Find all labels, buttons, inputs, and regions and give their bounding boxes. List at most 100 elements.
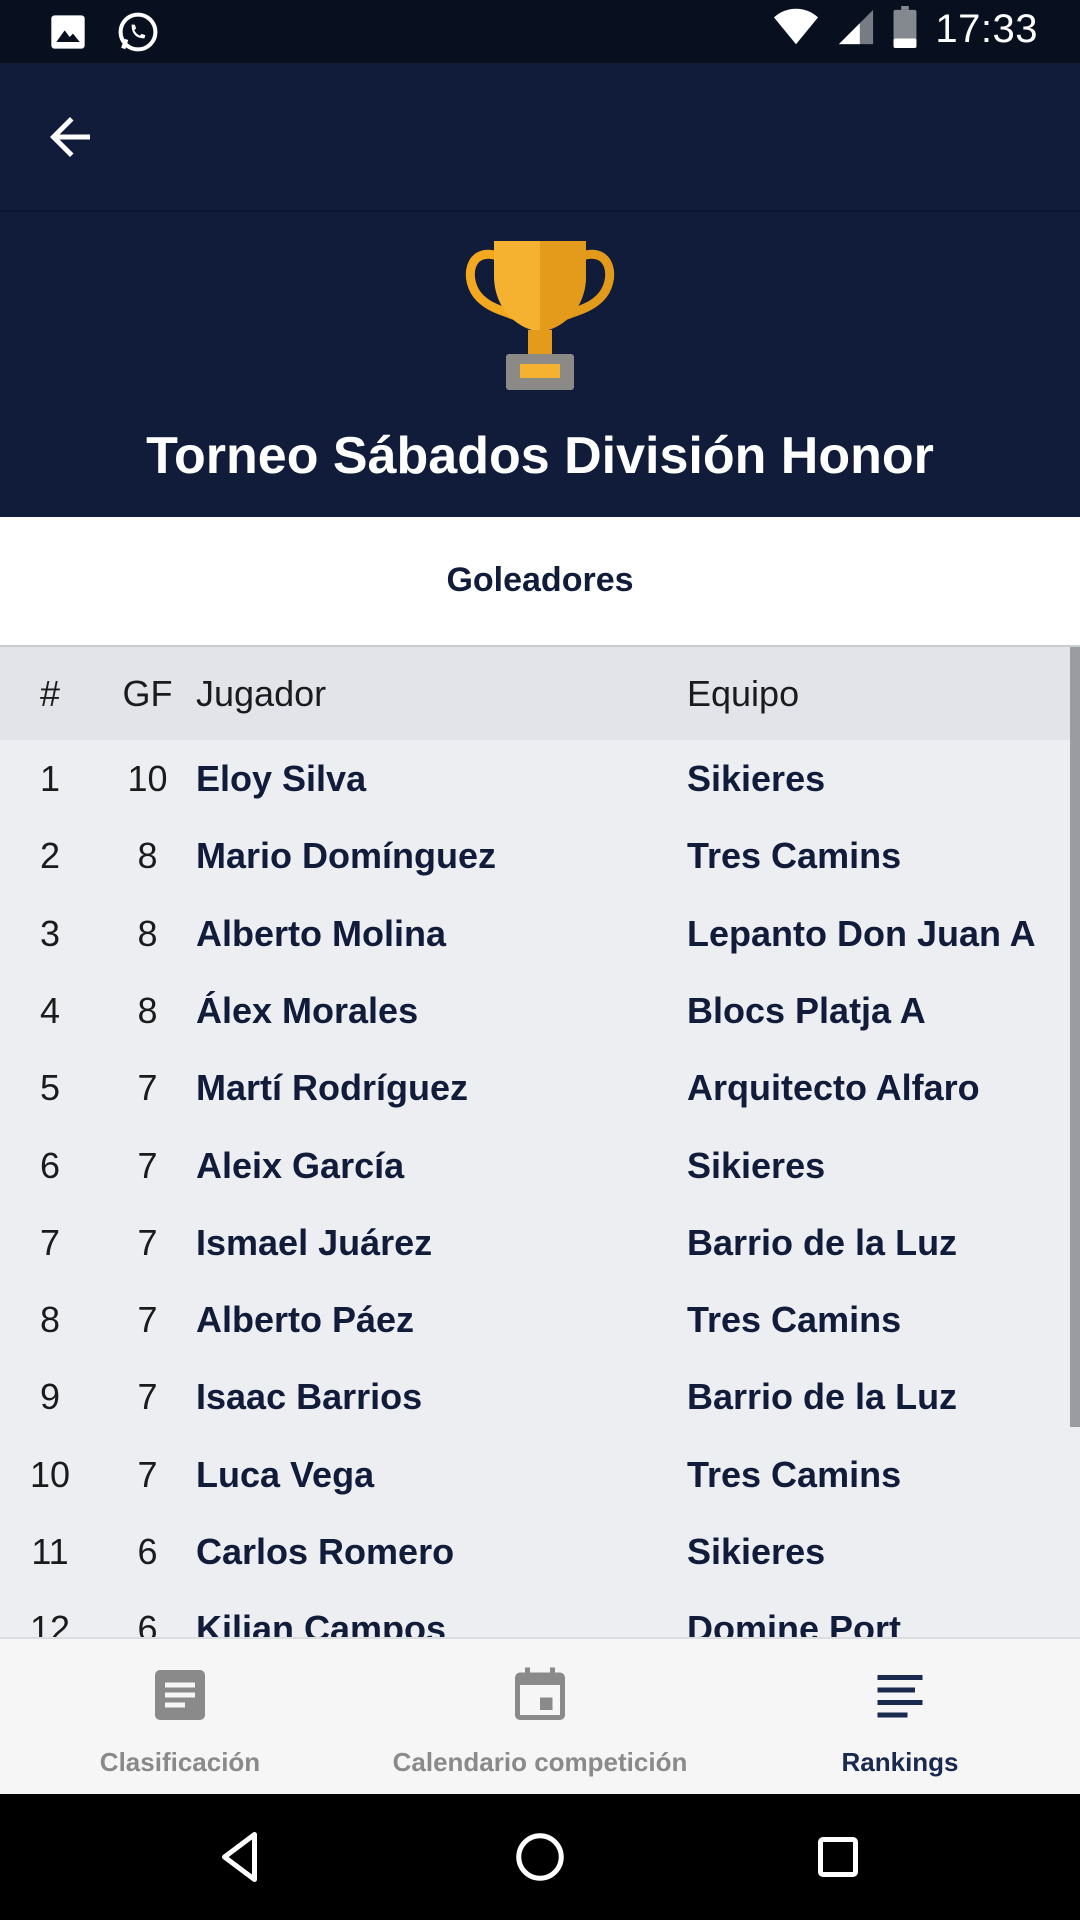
rank-cell: 10 [29, 1453, 71, 1495]
table-row[interactable]: 5 7 Martí Rodríguez Arquitecto Alfaro [0, 1049, 1070, 1126]
system-navigation-bar [0, 1794, 1080, 1920]
player-name: Martí Rodríguez [196, 1067, 469, 1109]
table-row[interactable]: 8 7 Alberto Páez Tres Camins [0, 1281, 1070, 1358]
list-document-icon [155, 1670, 205, 1720]
player-name: Álex Morales [196, 989, 419, 1031]
goals-cell: 7 [137, 1221, 158, 1263]
rankings-lines-icon [877, 1675, 923, 1718]
goals-cell: 7 [137, 1299, 158, 1341]
status-time: 17:33 [935, 7, 1038, 51]
header-team: Equipo [687, 673, 800, 714]
table-row[interactable]: 10 7 Luca Vega Tres Camins [0, 1436, 1070, 1513]
rank-cell: 9 [39, 1376, 61, 1418]
rank-cell: 12 [29, 1608, 71, 1637]
team-name: Domine Port [687, 1608, 902, 1637]
header-goals: GF [122, 673, 173, 714]
app-bar [0, 63, 1080, 210]
team-name: Tres Camins [687, 835, 902, 877]
player-name: Aleix García [196, 1144, 405, 1186]
player-name: Alberto Páez [196, 1299, 415, 1341]
signal-icon [837, 7, 875, 52]
recents-square-icon [818, 1837, 858, 1877]
team-name: Arquitecto Alfaro [687, 1067, 980, 1109]
system-recents-button[interactable] [808, 1827, 868, 1887]
header-player: Jugador [196, 673, 327, 714]
table-header: # GF Jugador Equipo [0, 647, 1070, 740]
bottom-navigation: Clasificación Calendario competición Ran… [0, 1637, 1080, 1796]
rank-cell: 1 [39, 758, 61, 799]
player-name: Eloy Silva [196, 758, 367, 799]
team-name: Tres Camins [687, 1453, 902, 1495]
table-row[interactable]: 6 7 Aleix García Sikieres [0, 1127, 1070, 1204]
player-name: Mario Domínguez [196, 835, 497, 877]
goals-cell: 8 [137, 989, 158, 1031]
rank-cell: 11 [31, 1531, 69, 1572]
home-circle-icon [516, 1833, 564, 1881]
team-name: Sikieres [687, 758, 826, 799]
rank-cell: 5 [39, 1067, 61, 1109]
player-name: Carlos Romero [196, 1531, 455, 1572]
rank-cell: 3 [39, 912, 61, 954]
player-name: Isaac Barrios [196, 1376, 423, 1418]
table-row[interactable]: 2 8 Mario Domínguez Tres Camins [0, 817, 1070, 894]
rank-cell: 7 [39, 1221, 61, 1263]
whatsapp-icon [116, 10, 160, 59]
goals-cell: 8 [137, 912, 158, 954]
nav-clasificacion[interactable]: Clasificación [0, 1639, 360, 1796]
goals-cell: 8 [137, 835, 158, 877]
table-row[interactable]: 11 6 Carlos Romero Sikieres [0, 1513, 1070, 1590]
header-rank: # [39, 673, 61, 714]
team-name: Barrio de la Luz [687, 1221, 958, 1263]
system-home-button[interactable] [510, 1827, 570, 1887]
scrollbar[interactable] [1070, 647, 1080, 1427]
team-name: Tres Camins [687, 1299, 902, 1341]
wifi-icon [773, 7, 819, 52]
table-row[interactable]: 4 8 Álex Morales Blocs Platja A [0, 972, 1070, 1049]
team-name: Blocs Platja A [687, 989, 926, 1031]
player-name: Luca Vega [196, 1453, 375, 1495]
system-back-button[interactable] [212, 1827, 272, 1887]
nav-label-clasificacion: Clasificación [99, 1747, 261, 1777]
rank-cell: 4 [39, 989, 61, 1031]
team-name: Lepanto Don Juan A [687, 912, 1036, 954]
table-row[interactable]: 7 7 Ismael Juárez Barrio de la Luz [0, 1204, 1070, 1281]
section-header: Goleadores [0, 517, 1080, 647]
goals-cell: 10 [127, 758, 168, 799]
player-name: Kilian Campos [196, 1608, 447, 1637]
goals-cell: 7 [137, 1376, 158, 1418]
table-row[interactable]: 9 7 Isaac Barrios Barrio de la Luz [0, 1358, 1070, 1435]
status-bar: 17:33 [0, 0, 1080, 63]
trophy-icon [465, 241, 615, 390]
team-name: Sikieres [687, 1531, 826, 1572]
player-name: Ismael Juárez [196, 1221, 433, 1263]
rank-cell: 8 [39, 1299, 61, 1341]
rank-cell: 2 [39, 835, 61, 877]
arrow-left-icon [50, 117, 90, 157]
table-row[interactable]: 3 8 Alberto Molina Lepanto Don Juan A [0, 895, 1070, 972]
rank-cell: 6 [39, 1144, 61, 1186]
nav-label-calendario: Calendario competición [392, 1747, 688, 1777]
table-row[interactable]: 1 10 Eloy Silva Sikieres [0, 740, 1070, 817]
image-icon [48, 12, 88, 57]
goals-cell: 6 [137, 1608, 158, 1637]
team-name: Barrio de la Luz [687, 1376, 958, 1418]
status-left-icons [48, 10, 160, 59]
player-name: Alberto Molina [196, 912, 446, 954]
goals-cell: 6 [137, 1531, 158, 1572]
team-name: Sikieres [687, 1144, 826, 1186]
back-button[interactable] [40, 107, 100, 167]
nav-calendario[interactable]: Calendario competición [360, 1639, 720, 1796]
back-triangle-icon [222, 1832, 257, 1882]
goals-cell: 7 [137, 1067, 158, 1109]
status-right-icons: 17:33 [773, 6, 1038, 53]
scorers-table[interactable]: # GF Jugador Equipo 1 10 Eloy Silva Sikiere… [0, 647, 1080, 1637]
goals-cell: 7 [137, 1453, 158, 1495]
battery-icon [893, 6, 917, 53]
calendar-icon [515, 1667, 565, 1720]
tournament-title: Torneo Sábados División Honor [146, 427, 934, 485]
goals-cell: 7 [137, 1144, 158, 1186]
table-row[interactable]: 12 6 Kilian Campos Domine Port [0, 1590, 1070, 1637]
nav-label-rankings: Rankings [841, 1747, 959, 1777]
nav-rankings[interactable]: Rankings [720, 1639, 1080, 1796]
tournament-header: Torneo Sábados División Honor [0, 210, 1080, 519]
